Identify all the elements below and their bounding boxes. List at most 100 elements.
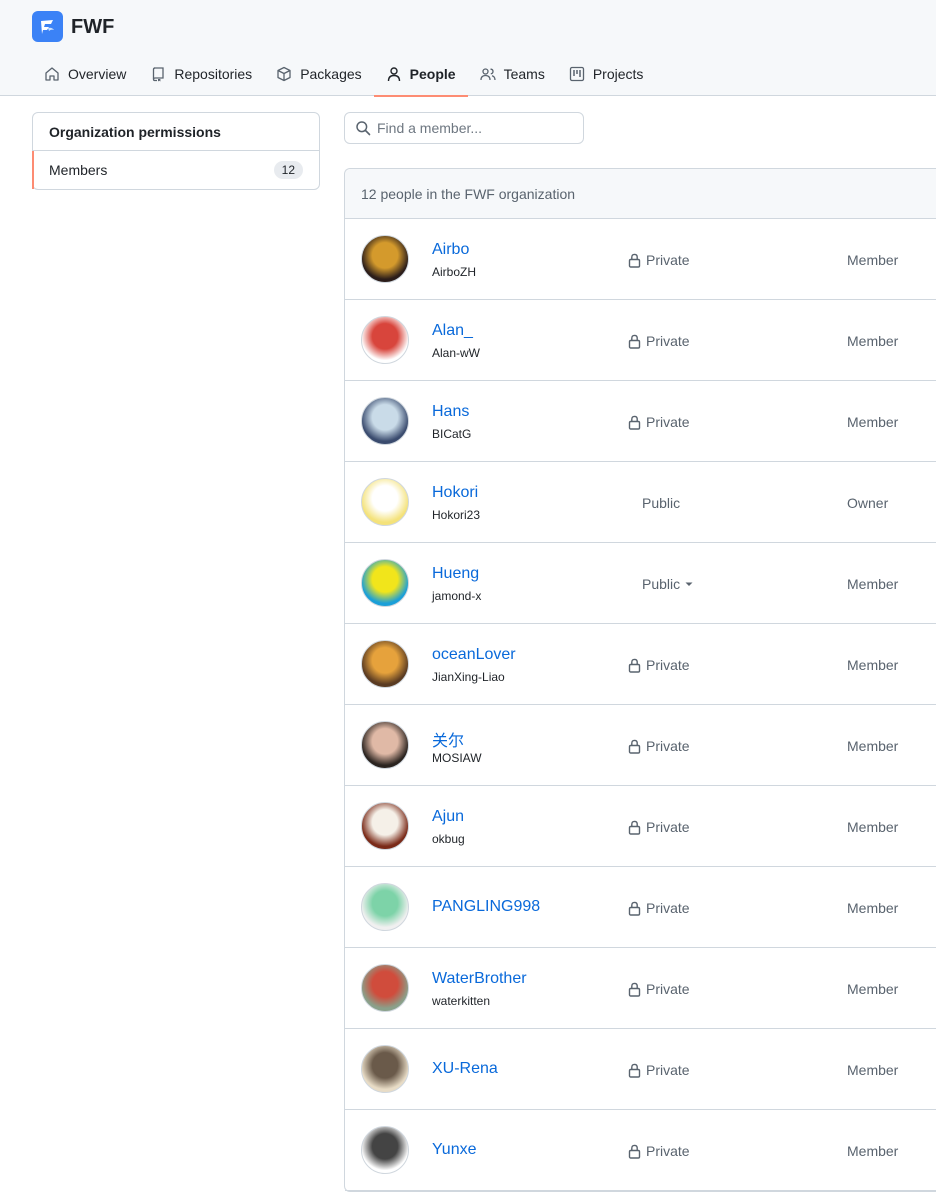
nav-packages[interactable]: Packages bbox=[264, 52, 373, 96]
membership-visibility: Private bbox=[628, 657, 690, 673]
member-name-link[interactable]: PANGLING998 bbox=[432, 898, 540, 916]
member-role: Member bbox=[847, 576, 899, 592]
membership-visibility: Private bbox=[628, 1143, 690, 1159]
membership-visibility: Private bbox=[628, 414, 690, 430]
visibility-label: Private bbox=[646, 333, 690, 349]
membership-visibility[interactable]: Public bbox=[642, 576, 699, 592]
visibility-label: Private bbox=[646, 1143, 690, 1159]
nav-repositories[interactable]: Repositories bbox=[138, 52, 264, 96]
nav-teams[interactable]: Teams bbox=[468, 52, 557, 96]
member-row: Hans BICatG Private Member bbox=[345, 381, 936, 462]
home-icon bbox=[45, 67, 59, 81]
sidebar-item-members[interactable]: Members 12 bbox=[32, 151, 319, 189]
nav-projects[interactable]: Projects bbox=[557, 52, 656, 96]
member-row: oceanLover JianXing-Liao Private Member bbox=[345, 624, 936, 705]
member-avatar[interactable] bbox=[361, 802, 409, 850]
member-avatar[interactable] bbox=[361, 235, 409, 283]
members-count-header: 12 people in the FWF organization bbox=[345, 169, 936, 219]
org-header: FWF Overview Repositories Packages Peopl… bbox=[0, 0, 936, 97]
member-name-link[interactable]: Airbo bbox=[432, 241, 469, 259]
member-row: Hueng jamond-x Public Member bbox=[345, 543, 936, 624]
visibility-label: Private bbox=[646, 414, 690, 430]
project-icon bbox=[569, 66, 584, 82]
member-search[interactable] bbox=[344, 112, 584, 144]
membership-visibility: Private bbox=[628, 819, 690, 835]
org-logo-icon bbox=[40, 19, 54, 34]
sidebar: Organization permissions Members 12 bbox=[32, 112, 320, 190]
package-icon bbox=[277, 66, 291, 82]
member-login: AirboZH bbox=[432, 265, 477, 279]
visibility-label: Private bbox=[646, 819, 690, 835]
nav-packages-label: Packages bbox=[300, 66, 362, 82]
nav-people[interactable]: People bbox=[373, 52, 468, 97]
lock-icon bbox=[628, 658, 641, 673]
member-avatar[interactable] bbox=[361, 964, 409, 1012]
nav-projects-label: Projects bbox=[592, 66, 644, 82]
member-avatar[interactable] bbox=[361, 640, 409, 688]
caret-down-icon bbox=[685, 582, 693, 586]
search-input[interactable] bbox=[377, 120, 567, 136]
people-icon bbox=[479, 68, 496, 81]
member-avatar[interactable] bbox=[361, 316, 409, 364]
member-avatar[interactable] bbox=[361, 1126, 409, 1174]
nav-overview[interactable]: Overview bbox=[32, 52, 138, 96]
visibility-label: Private bbox=[646, 657, 690, 673]
org-logo[interactable] bbox=[32, 11, 63, 42]
member-row: 关尔 MOSIAW Private Member bbox=[345, 705, 936, 786]
lock-icon bbox=[628, 253, 641, 268]
membership-visibility: Private bbox=[628, 981, 690, 997]
member-row: Ajun okbug Private Member bbox=[345, 786, 936, 867]
person-icon bbox=[387, 67, 400, 82]
org-name[interactable]: FWF bbox=[71, 16, 114, 39]
visibility-label: Private bbox=[646, 1062, 690, 1078]
membership-visibility: Public bbox=[642, 495, 680, 511]
member-login: waterkitten bbox=[432, 994, 491, 1008]
member-login: jamond-x bbox=[432, 589, 482, 603]
org-nav: Overview Repositories Packages People Te… bbox=[32, 52, 656, 97]
member-login: Alan-wW bbox=[432, 346, 481, 360]
nav-overview-label: Overview bbox=[68, 66, 127, 82]
visibility-label: Public bbox=[642, 576, 681, 592]
member-name-link[interactable]: Hans bbox=[432, 403, 469, 421]
lock-icon bbox=[628, 901, 641, 916]
member-avatar[interactable] bbox=[361, 397, 409, 445]
nav-people-label: People bbox=[409, 66, 456, 82]
member-role: Member bbox=[847, 981, 899, 997]
member-name-link[interactable]: Yunxe bbox=[432, 1141, 476, 1159]
member-name-link[interactable]: Hokori bbox=[432, 484, 478, 502]
member-avatar[interactable] bbox=[361, 478, 409, 526]
membership-visibility: Private bbox=[628, 252, 690, 268]
member-role: Member bbox=[847, 819, 899, 835]
visibility-label: Public bbox=[642, 495, 681, 511]
member-avatar[interactable] bbox=[361, 1045, 409, 1093]
members-counter: 12 bbox=[273, 161, 303, 179]
member-avatar[interactable] bbox=[361, 883, 409, 931]
member-name-link[interactable]: 关尔 bbox=[432, 727, 464, 751]
nav-repositories-label: Repositories bbox=[174, 66, 253, 82]
member-role: Owner bbox=[847, 495, 889, 511]
lock-icon bbox=[628, 739, 641, 754]
membership-visibility: Private bbox=[628, 900, 690, 916]
member-login: JianXing-Liao bbox=[432, 670, 505, 684]
member-name-link[interactable]: Alan_ bbox=[432, 322, 473, 340]
lock-icon bbox=[628, 415, 641, 430]
member-row: Hokori Hokori23 Public Owner bbox=[345, 462, 936, 543]
lock-icon bbox=[628, 1144, 641, 1159]
member-avatar[interactable] bbox=[361, 721, 409, 769]
member-name-link[interactable]: Hueng bbox=[432, 565, 479, 583]
member-login: Hokori23 bbox=[432, 508, 481, 522]
member-login: okbug bbox=[432, 832, 465, 846]
member-name-link[interactable]: WaterBrother bbox=[432, 970, 527, 988]
member-role: Member bbox=[847, 1062, 899, 1078]
member-avatar[interactable] bbox=[361, 559, 409, 607]
member-name-link[interactable]: Ajun bbox=[432, 808, 464, 826]
member-row: Yunxe Private Member bbox=[345, 1110, 936, 1191]
member-row: PANGLING998 Private Member bbox=[345, 867, 936, 948]
member-login: MOSIAW bbox=[432, 751, 482, 765]
member-row: Alan_ Alan-wW Private Member bbox=[345, 300, 936, 381]
member-name-link[interactable]: oceanLover bbox=[432, 646, 516, 664]
lock-icon bbox=[628, 334, 641, 349]
lock-icon bbox=[628, 1063, 641, 1078]
membership-visibility: Private bbox=[628, 333, 690, 349]
member-name-link[interactable]: XU-Rena bbox=[432, 1060, 498, 1078]
